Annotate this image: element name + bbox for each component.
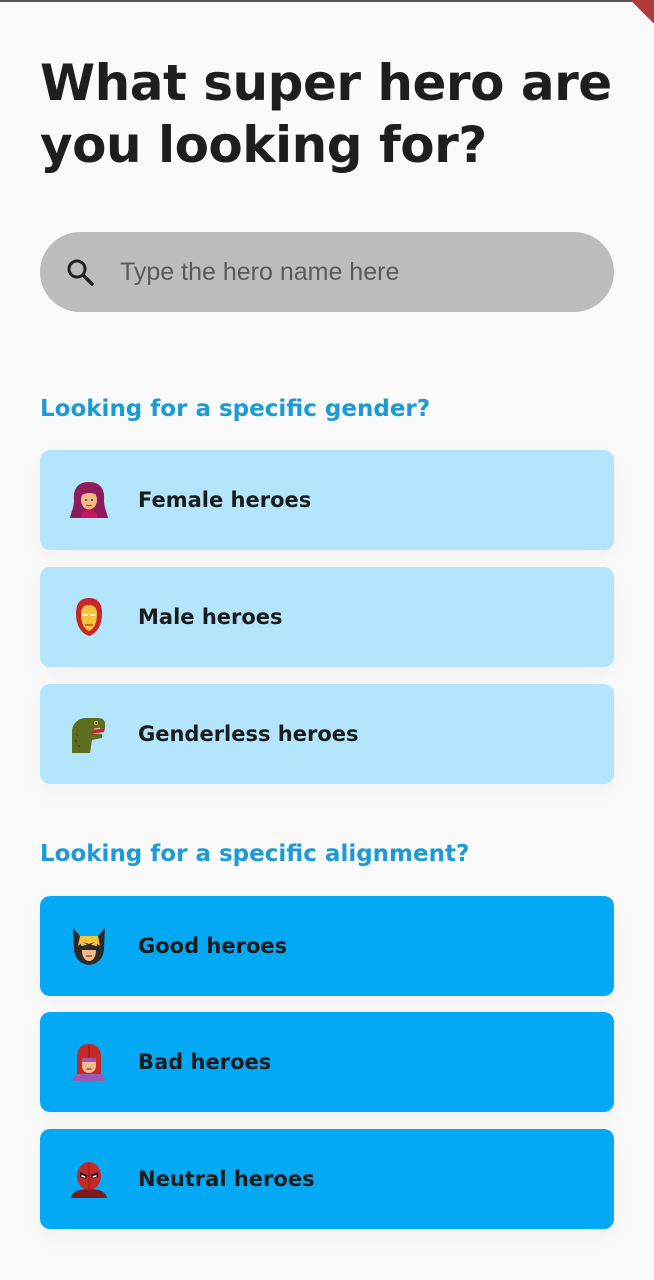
neutral-heroes-label: Neutral heroes — [138, 1167, 315, 1191]
female-hero-icon — [70, 482, 108, 518]
bad-heroes-label: Bad heroes — [138, 1050, 272, 1074]
magneto-icon — [73, 1044, 105, 1081]
status-divider — [0, 0, 654, 2]
female-heroes-label: Female heroes — [138, 488, 312, 512]
female-heroes-card[interactable]: Female heroes — [40, 450, 614, 550]
neutral-heroes-card[interactable]: Neutral heroes — [40, 1129, 614, 1229]
page-title: What super hero are you looking for? — [40, 54, 612, 174]
debug-banner — [611, 0, 654, 38]
gender-section-heading: Looking for a specific gender? — [40, 396, 431, 422]
alignment-section-heading: Looking for a specific alignment? — [40, 841, 470, 867]
male-heroes-card[interactable]: Male heroes — [40, 567, 614, 667]
deadpool-icon — [71, 1162, 107, 1198]
bad-heroes-card[interactable]: Bad heroes — [40, 1012, 614, 1112]
dinosaur-icon — [72, 718, 105, 753]
good-heroes-card[interactable]: Good heroes — [40, 896, 614, 996]
search-input[interactable] — [120, 232, 590, 312]
search-bar[interactable] — [40, 232, 614, 312]
genderless-heroes-card[interactable]: Genderless heroes — [40, 684, 614, 784]
wolverine-icon — [73, 928, 105, 965]
good-heroes-label: Good heroes — [138, 934, 288, 958]
iron-man-icon — [76, 598, 102, 636]
search-icon — [67, 259, 94, 286]
genderless-heroes-label: Genderless heroes — [138, 722, 359, 746]
male-heroes-label: Male heroes — [138, 605, 283, 629]
